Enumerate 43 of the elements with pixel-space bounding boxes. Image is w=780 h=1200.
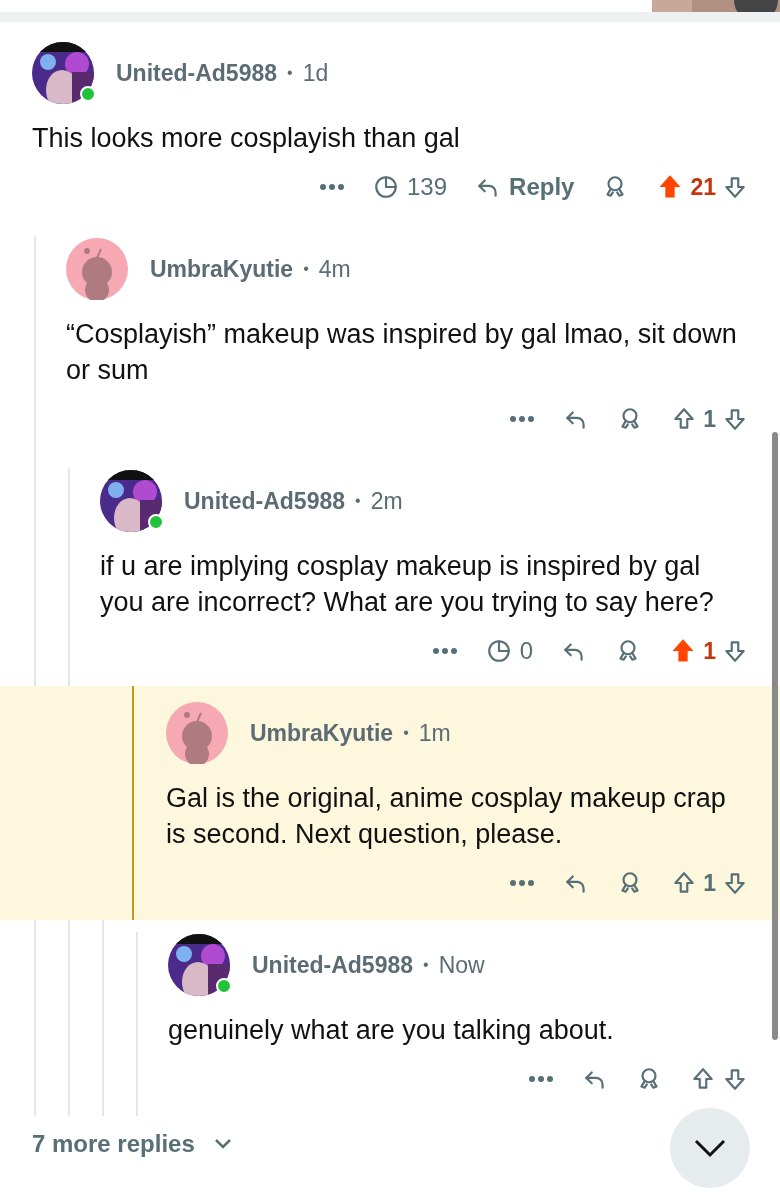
timestamp: 2m xyxy=(370,487,403,515)
username[interactable]: UmbraKyutie xyxy=(250,719,394,747)
reply-button[interactable]: Reply xyxy=(475,173,575,201)
views-button[interactable]: 0 xyxy=(485,637,534,665)
comment-text: This looks more cosplayish than gal xyxy=(32,122,461,155)
comment-text: genuinely what are you talking about. xyxy=(168,1014,615,1047)
chevron-down-icon xyxy=(212,1138,233,1150)
downvote-icon[interactable] xyxy=(722,638,748,664)
more-icon[interactable] xyxy=(528,1075,554,1083)
timestamp: 4m xyxy=(318,255,351,283)
downvote-icon[interactable] xyxy=(722,174,748,200)
comment-text: Gal is the original, anime cosplay makeup crap is second. Next question, please. xyxy=(166,782,727,851)
views-button[interactable]: 139 xyxy=(373,173,448,201)
vote-count: 21 xyxy=(690,173,716,201)
more-icon[interactable] xyxy=(509,879,536,887)
vote-count: 1 xyxy=(703,869,716,897)
timestamp: 1m xyxy=(418,719,451,747)
username[interactable]: United-Ad5988 xyxy=(116,59,278,87)
separator-dot: • xyxy=(403,724,409,742)
separator-dot: • xyxy=(423,956,429,974)
more-icon[interactable] xyxy=(431,647,458,655)
separator-dot: • xyxy=(287,64,293,82)
vote-count: 1 xyxy=(703,405,716,433)
more-icon[interactable] xyxy=(509,415,536,423)
username[interactable]: United-Ad5988 xyxy=(184,487,346,515)
timestamp: Now xyxy=(438,951,485,979)
comment-text: “Cosplayish” makeup was inspired by gal lmao, sit down or sum xyxy=(66,318,738,387)
upvote-icon[interactable] xyxy=(690,1066,716,1092)
separator-dot: • xyxy=(355,492,361,510)
comment-text: if u are implying cosplay makeup is inspired by gal you are incorrect? What are you trying to say here? xyxy=(100,550,715,619)
chevron-down-icon xyxy=(693,1138,727,1158)
vote-count: 1 xyxy=(703,637,716,665)
separator-dot: • xyxy=(303,260,309,278)
username[interactable]: UmbraKyutie xyxy=(150,255,294,283)
more-replies-button[interactable]: 7 more replies xyxy=(0,1116,233,1158)
pie-chart-icon xyxy=(373,174,399,200)
timestamp: 1d xyxy=(302,59,329,87)
username[interactable]: United-Ad5988 xyxy=(252,951,414,979)
downvote-icon[interactable] xyxy=(722,1066,748,1092)
more-icon[interactable] xyxy=(319,183,345,191)
downvote-icon[interactable] xyxy=(722,870,748,896)
pie-chart-icon xyxy=(485,638,512,664)
downvote-icon[interactable] xyxy=(722,406,748,432)
